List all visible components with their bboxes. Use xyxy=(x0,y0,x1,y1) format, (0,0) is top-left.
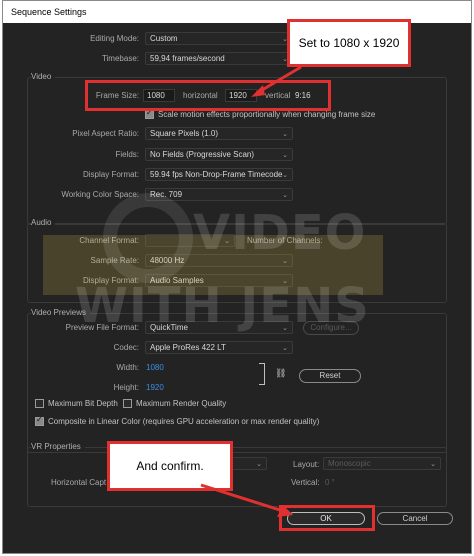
chevron-down-icon: ⌄ xyxy=(282,345,288,352)
watermark-film-reel-icon xyxy=(103,193,193,283)
max-bit-depth-label: Maximum Bit Depth xyxy=(48,399,118,408)
chevron-down-icon: ⌄ xyxy=(430,461,436,468)
composite-linear-checkbox[interactable] xyxy=(35,415,44,426)
editing-mode-label: Editing Mode: xyxy=(90,34,139,43)
watermark-text-line2: WITH JENS xyxy=(75,278,370,334)
link-bracket xyxy=(259,363,265,385)
fields-value: No Fields (Progressive Scan) xyxy=(150,150,255,159)
ok-button-highlight xyxy=(279,505,375,531)
chevron-down-icon: ⌄ xyxy=(282,131,288,138)
composite-linear-label: Composite in Linear Color (requires GPU … xyxy=(48,417,320,426)
max-render-quality-checkbox[interactable] xyxy=(123,399,132,408)
chevron-down-icon: ⌄ xyxy=(282,192,288,199)
pixel-aspect-dropdown[interactable]: Square Pixels (1.0) ⌄ xyxy=(145,127,293,140)
codec-label: Codec: xyxy=(113,343,139,352)
vr-vertical-value: 0 ° xyxy=(325,478,335,487)
width-value[interactable]: 1080 xyxy=(146,363,164,372)
display-format-value: 59.94 fps Non-Drop-Frame Timecode xyxy=(150,170,283,179)
height-label: Height: xyxy=(113,383,139,392)
vr-layout-label: Layout: xyxy=(293,460,320,469)
display-format-label: Display Format: xyxy=(82,170,139,179)
sequence-settings-window: Sequence Settings Editing Mode: Custom ⌄… xyxy=(2,0,472,554)
pixel-aspect-label: Pixel Aspect Ratio: xyxy=(72,129,139,138)
callout-set-frame-size: Set to 1080 x 1920 xyxy=(287,19,411,67)
vr-layout-dropdown[interactable]: Monoscopic ⌄ xyxy=(323,457,441,470)
fields-dropdown[interactable]: No Fields (Progressive Scan) ⌄ xyxy=(145,148,293,161)
codec-dropdown[interactable]: Apple ProRes 422 LT ⌄ xyxy=(145,341,293,354)
chevron-down-icon: ⌄ xyxy=(282,172,288,179)
editing-mode-value: Custom xyxy=(150,34,178,43)
vr-section-title: VR Properties xyxy=(31,442,85,451)
reset-button[interactable]: Reset xyxy=(299,369,361,383)
max-render-quality-label: Maximum Render Quality xyxy=(136,399,227,408)
arrow-annotation-top xyxy=(251,65,302,97)
window-title: Sequence Settings xyxy=(11,7,87,17)
vr-layout-value: Monoscopic xyxy=(328,459,371,468)
cancel-button[interactable]: Cancel xyxy=(377,512,453,525)
max-bit-depth-checkbox[interactable] xyxy=(35,399,44,408)
width-label: Width: xyxy=(116,363,139,372)
height-value[interactable]: 1920 xyxy=(146,383,164,392)
video-section-title: Video xyxy=(31,72,56,81)
timebase-value: 59,94 frames/second xyxy=(150,54,225,63)
editing-mode-dropdown[interactable]: Custom ⌄ xyxy=(145,32,293,45)
vr-horizontal-label: Horizontal Capt xyxy=(51,478,107,487)
scale-motion-label: Scale motion effects proportionally when… xyxy=(158,110,376,119)
chevron-down-icon: ⌄ xyxy=(282,152,288,159)
display-format-dropdown[interactable]: 59.94 fps Non-Drop-Frame Timecode ⌄ xyxy=(145,168,293,181)
scale-motion-checkbox[interactable] xyxy=(145,108,154,119)
watermark-text-line1: VIDEO xyxy=(193,205,367,261)
audio-section-title: Audio xyxy=(31,218,56,227)
chevron-down-icon: ⌄ xyxy=(256,461,262,468)
codec-value: Apple ProRes 422 LT xyxy=(150,343,226,352)
fields-label: Fields: xyxy=(115,150,139,159)
chain-link-icon[interactable]: ⛓ xyxy=(275,368,286,379)
timebase-label: Timebase: xyxy=(101,54,139,63)
pixel-aspect-value: Square Pixels (1.0) xyxy=(150,129,219,138)
color-space-label: Working Color Space: xyxy=(61,190,139,199)
